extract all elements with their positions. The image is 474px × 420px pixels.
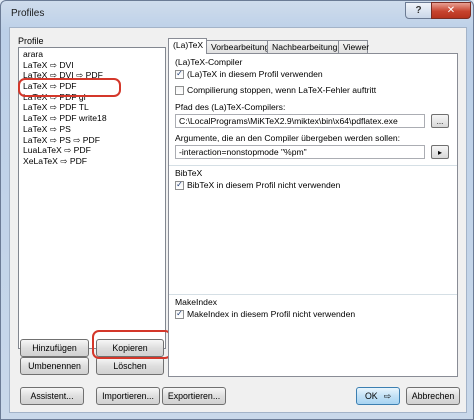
copy-profile-button[interactable]: Kopieren	[96, 339, 164, 357]
profiles-window: Profiles ? ✕ Profile arara LaTeX ⇨ DVI L…	[0, 0, 474, 420]
makeindex-group-title: MakeIndex	[175, 297, 218, 307]
compiler-group-title: (La)TeX-Compiler	[175, 57, 243, 67]
profile-item[interactable]: XeLaTeX ⇨ PDF	[19, 156, 165, 167]
profile-item[interactable]: LaTeX ⇨ PS	[19, 124, 165, 135]
tab-latex[interactable]: (La)TeX	[168, 38, 207, 54]
profile-item[interactable]: LaTeX ⇨ PDF gl	[19, 92, 165, 103]
arrow-right-icon: ▸	[437, 147, 442, 157]
add-profile-button[interactable]: Hinzufügen	[20, 339, 89, 357]
profile-item[interactable]: LaTeX ⇨ PDF write18	[19, 113, 165, 124]
cancel-button[interactable]: Abbrechen	[406, 387, 460, 405]
compiler-path-input[interactable]: C:\LocalPrograms\MiKTeX2.9\miktex\bin\x6…	[175, 114, 425, 128]
profile-item-selected[interactable]: LaTeX ⇨ PDF	[19, 81, 165, 92]
close-button[interactable]: ✕	[431, 2, 471, 19]
args-arrow-button[interactable]: ▸	[431, 145, 449, 159]
profile-list-label: Profile	[18, 36, 44, 46]
profile-item[interactable]: arara	[19, 49, 165, 60]
delete-profile-button[interactable]: Löschen	[96, 357, 164, 375]
compiler-args-label: Argumente, die an den Compiler übergeben…	[175, 133, 401, 143]
stop-on-error-label: Compilierung stoppen, wenn LaTeX-Fehler …	[187, 85, 377, 95]
bibtex-unused-checkbox[interactable]: ✓	[175, 180, 184, 190]
browse-path-button[interactable]: ...	[431, 114, 449, 128]
assistant-button[interactable]: Assistent...	[20, 387, 84, 405]
tab-preprocessing[interactable]: Vorbearbeitung	[206, 40, 269, 53]
tab-viewer[interactable]: Viewer	[338, 40, 369, 53]
ok-arrow-icon: ⇨	[383, 390, 392, 401]
use-latex-label: (La)TeX in diesem Profil verwenden	[187, 69, 323, 79]
profile-item[interactable]: LaTeX ⇨ DVI ⇨ PDF	[19, 70, 165, 81]
stop-on-error-checkbox[interactable]	[175, 85, 184, 95]
stop-on-error-option[interactable]: Compilierung stoppen, wenn LaTeX-Fehler …	[175, 85, 376, 95]
makeindex-unused-label: MakeIndex in diesem Profil nicht verwend…	[187, 309, 356, 319]
ok-button[interactable]: OK ⇨	[356, 387, 400, 405]
dialog-client: Profile arara LaTeX ⇨ DVI LaTeX ⇨ DVI ⇨ …	[9, 27, 467, 413]
makeindex-unused-checkbox[interactable]: ✓	[175, 309, 184, 319]
use-latex-option[interactable]: ✓ (La)TeX in diesem Profil verwenden	[175, 69, 323, 79]
makeindex-unused-option[interactable]: ✓ MakeIndex in diesem Profil nicht verwe…	[175, 309, 355, 319]
profile-item[interactable]: LaTeX ⇨ PDF TL	[19, 102, 165, 113]
bibtex-unused-label: BibTeX in diesem Profil nicht verwenden	[187, 180, 341, 190]
import-button[interactable]: Importieren...	[96, 387, 160, 405]
ok-label: OK	[364, 391, 378, 401]
compiler-path-label: Pfad des (La)TeX-Compilers:	[175, 102, 286, 112]
makeindex-separator	[169, 294, 457, 295]
profile-list[interactable]: arara LaTeX ⇨ DVI LaTeX ⇨ DVI ⇨ PDF LaTe…	[18, 47, 166, 349]
bibtex-separator	[169, 165, 457, 166]
profile-item[interactable]: LuaLaTeX ⇨ PDF	[19, 145, 165, 156]
bibtex-unused-option[interactable]: ✓ BibTeX in diesem Profil nicht verwende…	[175, 180, 340, 190]
profile-item[interactable]: LaTeX ⇨ DVI	[19, 60, 165, 71]
help-button[interactable]: ?	[405, 2, 432, 19]
export-button[interactable]: Exportieren...	[162, 387, 226, 405]
profile-item[interactable]: LaTeX ⇨ PS ⇨ PDF	[19, 135, 165, 146]
window-title: Profiles	[11, 8, 45, 19]
rename-profile-button[interactable]: Umbenennen	[20, 357, 89, 375]
compiler-args-input[interactable]: -interaction=nonstopmode "%pm"	[175, 145, 425, 159]
latex-tab-panel: (La)TeX-Compiler ✓ (La)TeX in diesem Pro…	[168, 53, 458, 377]
use-latex-checkbox[interactable]: ✓	[175, 69, 184, 79]
title-bar[interactable]: Profiles ? ✕	[1, 1, 473, 27]
bibtex-group-title: BibTeX	[175, 168, 203, 178]
tab-postprocessing[interactable]: Nachbearbeitung	[267, 40, 339, 53]
